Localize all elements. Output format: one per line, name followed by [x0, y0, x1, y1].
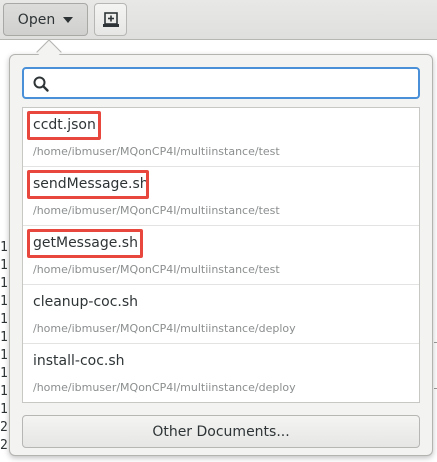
file-path: /home/ibmuser/MQonCP4I/multiinstance/tes…	[33, 263, 280, 276]
file-path: /home/ibmuser/MQonCP4I/multiinstance/tes…	[33, 145, 280, 158]
list-item[interactable]: cleanup-coc.sh /home/ibmuser/MQonCP4I/mu…	[23, 285, 419, 344]
file-name: cleanup-coc.sh	[33, 294, 139, 310]
file-path: /home/ibmuser/MQonCP4I/multiinstance/tes…	[33, 204, 280, 217]
other-documents-button[interactable]: Other Documents...	[22, 415, 420, 448]
other-documents-label: Other Documents...	[152, 423, 290, 440]
open-popover: ccdt.json /home/ibmuser/MQonCP4I/multiin…	[9, 54, 433, 456]
file-name: install-coc.sh	[33, 353, 125, 369]
open-button-label: Open	[17, 11, 56, 28]
highlight-box	[27, 170, 149, 199]
list-item[interactable]: getMessage.sh /home/ibmuser/MQonCP4I/mul…	[23, 226, 419, 285]
list-item[interactable]: install-coc.sh /home/ibmuser/MQonCP4I/mu…	[23, 344, 419, 403]
new-document-icon	[102, 11, 119, 27]
new-document-button[interactable]	[94, 3, 127, 36]
search-field[interactable]	[22, 67, 420, 99]
search-icon	[33, 76, 49, 92]
highlight-box	[27, 229, 143, 258]
search-input[interactable]	[56, 71, 414, 95]
recent-files-list: ccdt.json /home/ibmuser/MQonCP4I/multiin…	[22, 107, 420, 403]
file-path: /home/ibmuser/MQonCP4I/multiinstance/dep…	[33, 381, 296, 394]
highlight-box	[27, 111, 101, 140]
list-item[interactable]: ccdt.json /home/ibmuser/MQonCP4I/multiin…	[23, 108, 419, 167]
open-button[interactable]: Open	[3, 3, 88, 36]
file-path: /home/ibmuser/MQonCP4I/multiinstance/dep…	[33, 322, 296, 335]
list-item[interactable]: sendMessage.sh /home/ibmuser/MQonCP4I/mu…	[23, 167, 419, 226]
chevron-down-icon	[63, 16, 74, 23]
header-bar: Open	[0, 0, 437, 40]
